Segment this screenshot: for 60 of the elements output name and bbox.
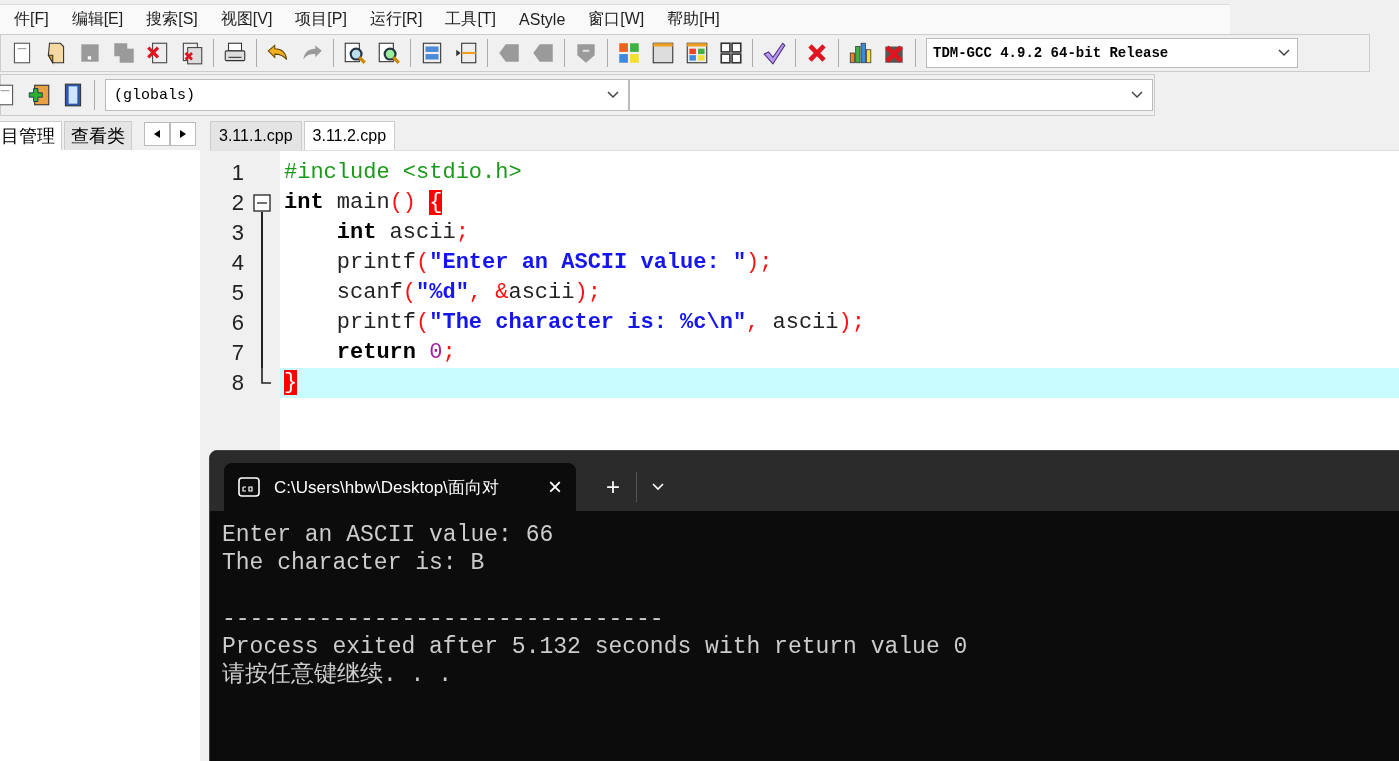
menu-item[interactable]: 工具[T] — [431, 9, 506, 30]
code-line: printf("The character is: %c\n", ascii); — [335, 309, 866, 337]
code-line: int main() { — [283, 189, 444, 217]
line-number: 2 — [230, 190, 244, 216]
console-line: Process exited after 5.132 seconds with return value 0 — [222, 633, 969, 661]
check-icon[interactable] — [761, 40, 787, 66]
split-panel-icon[interactable] — [453, 40, 479, 66]
fold-toggle-icon[interactable] — [253, 194, 271, 212]
window-icon[interactable] — [650, 40, 676, 66]
menu-item[interactable]: AStyle — [505, 10, 575, 29]
tab-title: C:\Users\hbw\Desktop\面向对 — [274, 476, 500, 499]
search-replace-icon[interactable] — [376, 40, 402, 66]
code-line: printf("Enter an ASCII value: "); — [335, 249, 774, 277]
chevron-down-icon — [1130, 90, 1144, 100]
line-number: 5 — [230, 280, 244, 306]
menu-item[interactable]: 编辑[E] — [57, 9, 133, 30]
line-number: 1 — [230, 160, 244, 186]
code-line: int ascii; — [335, 219, 470, 247]
console-line: Enter an ASCII value: 66 — [222, 521, 555, 549]
console-line: 请按任意键继续. . . — [222, 661, 453, 689]
bar-chart-icon[interactable] — [847, 40, 873, 66]
menu-item[interactable]: 窗口[W] — [574, 9, 654, 30]
terminal-tab[interactable]: C:\Users\hbw\Desktop\面向对 × — [224, 463, 576, 511]
search-icon[interactable] — [342, 40, 368, 66]
scroll-left-button[interactable] — [144, 122, 170, 146]
menu-item[interactable]: 视图[V] — [206, 9, 282, 30]
new-tab-button[interactable]: + — [590, 475, 636, 499]
close-tab-button[interactable]: × — [548, 475, 562, 499]
menu-item[interactable]: 件[F] — [0, 9, 58, 30]
menu-item[interactable]: 搜索[S] — [132, 9, 207, 30]
triangle-left-icon — [154, 130, 160, 138]
panel-tab[interactable]: 目管理 — [0, 121, 62, 150]
grid-icon[interactable] — [718, 40, 744, 66]
triangle-right-icon — [180, 130, 186, 138]
compiler-dropdown[interactable]: TDM-GCC 4.9.2 64-bit Release — [926, 38, 1298, 68]
file-tab[interactable]: 3.11.1.cpp — [210, 121, 302, 150]
chevron-down-icon — [1277, 48, 1291, 58]
terminal-icon — [238, 477, 260, 497]
panel-tab[interactable]: 查看类 — [64, 121, 132, 150]
scope-dropdown[interactable]: (globals) — [105, 79, 629, 111]
tiled-window-icon[interactable] — [684, 40, 710, 66]
color-grid-icon[interactable] — [616, 40, 642, 66]
line-number: 4 — [230, 250, 244, 276]
scroll-right-button[interactable] — [170, 122, 196, 146]
console-line: -------------------------------- — [222, 605, 665, 633]
line-number: 8 — [230, 370, 244, 396]
line-number: 3 — [230, 220, 244, 246]
file-tab[interactable]: 3.11.2.cpp — [303, 121, 396, 150]
chevron-down-icon[interactable] — [651, 482, 665, 492]
line-number: 7 — [230, 340, 244, 366]
chevron-down-icon — [606, 90, 620, 100]
menu-item[interactable]: 帮助[H] — [653, 9, 729, 30]
menu-item[interactable]: 项目[P] — [281, 9, 356, 30]
add-page-icon[interactable] — [26, 82, 52, 108]
code-line: #include <stdio.h> — [283, 159, 523, 187]
menu-item[interactable]: 运行[R] — [355, 9, 432, 30]
line-number: 6 — [230, 310, 244, 336]
code-line: scanf("%d", &ascii); — [335, 279, 602, 307]
console-line: The character is: B — [222, 549, 486, 577]
code-line: return 0; — [335, 339, 457, 367]
